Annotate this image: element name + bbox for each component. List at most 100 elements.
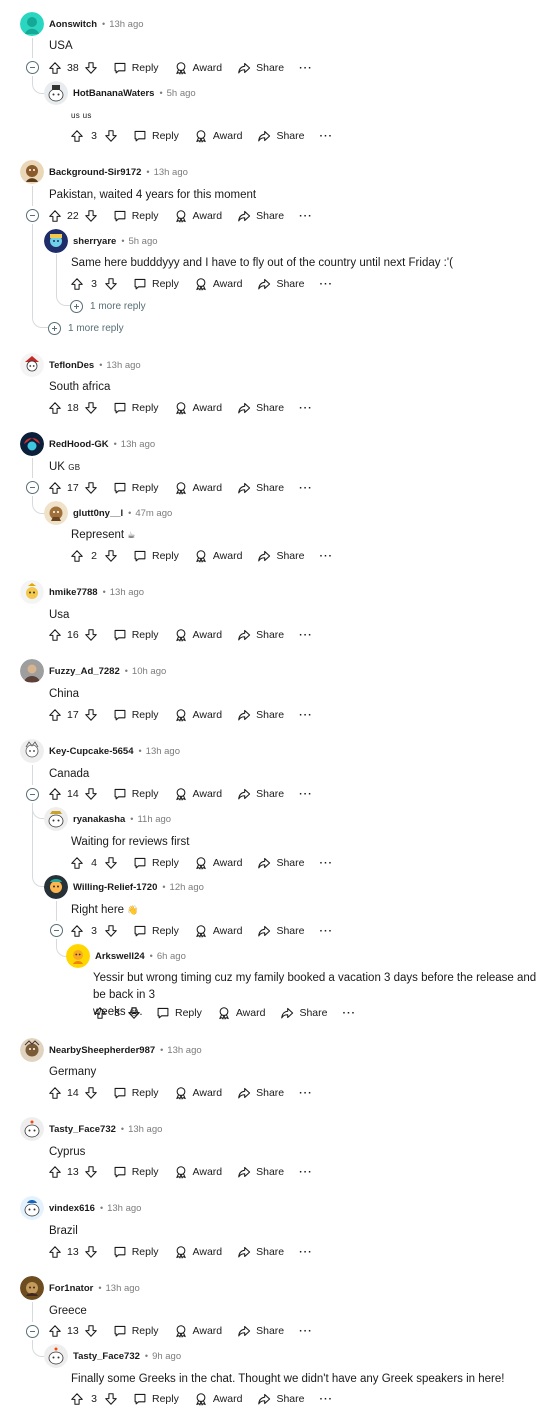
award-button[interactable]: Award: [194, 924, 242, 938]
username[interactable]: vindex616: [49, 1203, 95, 1214]
avatar[interactable]: [20, 1276, 44, 1300]
share-button[interactable]: Share: [237, 61, 284, 75]
username[interactable]: glutt0ny__l: [73, 508, 123, 519]
avatar[interactable]: [20, 1117, 44, 1141]
share-button[interactable]: Share: [257, 129, 304, 143]
downvote-icon[interactable]: [104, 924, 118, 938]
award-button[interactable]: Award: [174, 1165, 222, 1179]
reply-button[interactable]: Reply: [133, 924, 179, 938]
avatar[interactable]: [20, 1038, 44, 1062]
more-options-button[interactable]: ···: [319, 1393, 333, 1405]
downvote-icon[interactable]: [84, 787, 98, 801]
share-button[interactable]: Share: [237, 628, 284, 642]
reply-button[interactable]: Reply: [133, 1392, 179, 1406]
award-button[interactable]: Award: [194, 129, 242, 143]
award-button[interactable]: Award: [174, 401, 222, 415]
downvote-icon[interactable]: [84, 209, 98, 223]
avatar[interactable]: [66, 944, 90, 968]
more-options-button[interactable]: ···: [319, 925, 333, 937]
downvote-icon[interactable]: [84, 1165, 98, 1179]
username[interactable]: hmike7788: [49, 587, 98, 598]
reply-button[interactable]: Reply: [113, 209, 159, 223]
timestamp[interactable]: 13h ago: [110, 587, 144, 598]
timestamp[interactable]: 13h ago: [146, 746, 180, 757]
share-button[interactable]: Share: [237, 1324, 284, 1338]
share-button[interactable]: Share: [257, 1392, 304, 1406]
upvote-icon[interactable]: [48, 61, 62, 75]
reply-button[interactable]: Reply: [113, 401, 159, 415]
timestamp[interactable]: 5h ago: [167, 88, 196, 99]
username[interactable]: Willing-Relief-1720: [73, 882, 157, 893]
more-options-button[interactable]: ···: [299, 1325, 313, 1337]
reply-button[interactable]: Reply: [113, 1086, 159, 1100]
downvote-icon[interactable]: [84, 481, 98, 495]
collapse-thread-button[interactable]: [26, 481, 39, 494]
avatar[interactable]: [20, 160, 44, 184]
timestamp[interactable]: 12h ago: [170, 882, 204, 893]
reply-button[interactable]: Reply: [133, 277, 179, 291]
more-options-button[interactable]: ···: [299, 1166, 313, 1178]
avatar[interactable]: [44, 807, 68, 831]
share-button[interactable]: Share: [257, 856, 304, 870]
downvote-icon[interactable]: [84, 61, 98, 75]
more-options-button[interactable]: ···: [299, 482, 313, 494]
share-button[interactable]: Share: [280, 1006, 327, 1020]
reply-button[interactable]: Reply: [113, 708, 159, 722]
username[interactable]: Aonswitch: [49, 19, 97, 30]
timestamp[interactable]: 13h ago: [107, 1203, 141, 1214]
timestamp[interactable]: 13h ago: [109, 19, 143, 30]
avatar[interactable]: [20, 12, 44, 36]
more-options-button[interactable]: ···: [299, 1087, 313, 1099]
upvote-icon[interactable]: [48, 628, 62, 642]
more-options-button[interactable]: ···: [299, 210, 313, 222]
username[interactable]: Key-Cupcake-5654: [49, 746, 134, 757]
avatar[interactable]: [20, 659, 44, 683]
username[interactable]: sherryare: [73, 236, 116, 247]
timestamp[interactable]: 11h ago: [137, 814, 171, 825]
reply-button[interactable]: Reply: [113, 1245, 159, 1259]
more-options-button[interactable]: ···: [319, 857, 333, 869]
share-button[interactable]: Share: [237, 481, 284, 495]
username[interactable]: Fuzzy_Ad_7282: [49, 666, 120, 677]
timestamp[interactable]: 10h ago: [132, 666, 166, 677]
avatar[interactable]: [44, 81, 68, 105]
award-button[interactable]: Award: [217, 1006, 265, 1020]
downvote-icon[interactable]: [104, 277, 118, 291]
award-button[interactable]: Award: [174, 1324, 222, 1338]
reply-button[interactable]: Reply: [113, 628, 159, 642]
upvote-icon[interactable]: [93, 1006, 107, 1020]
share-button[interactable]: Share: [257, 277, 304, 291]
avatar[interactable]: [20, 353, 44, 377]
username[interactable]: For1nator: [49, 1283, 93, 1294]
downvote-icon[interactable]: [84, 1086, 98, 1100]
reply-button[interactable]: Reply: [133, 549, 179, 563]
award-button[interactable]: Award: [174, 61, 222, 75]
downvote-icon[interactable]: [104, 129, 118, 143]
avatar[interactable]: [44, 229, 68, 253]
more-options-button[interactable]: ···: [319, 278, 333, 290]
upvote-icon[interactable]: [48, 1324, 62, 1338]
upvote-icon[interactable]: [48, 1245, 62, 1259]
reply-button[interactable]: Reply: [133, 129, 179, 143]
timestamp[interactable]: 13h ago: [154, 167, 188, 178]
reply-button[interactable]: Reply: [113, 481, 159, 495]
timestamp[interactable]: 13h ago: [121, 439, 155, 450]
avatar[interactable]: [44, 875, 68, 899]
share-button[interactable]: Share: [237, 708, 284, 722]
upvote-icon[interactable]: [70, 1392, 84, 1406]
award-button[interactable]: Award: [174, 209, 222, 223]
avatar[interactable]: [20, 580, 44, 604]
share-button[interactable]: Share: [257, 549, 304, 563]
award-button[interactable]: Award: [174, 787, 222, 801]
more-options-button[interactable]: ···: [319, 550, 333, 562]
reply-button[interactable]: Reply: [156, 1006, 202, 1020]
award-button[interactable]: Award: [174, 1086, 222, 1100]
award-button[interactable]: Award: [194, 277, 242, 291]
collapse-thread-button[interactable]: [26, 209, 39, 222]
share-button[interactable]: Share: [237, 1086, 284, 1100]
share-button[interactable]: Share: [237, 401, 284, 415]
collapse-thread-button[interactable]: [50, 924, 63, 937]
more-options-button[interactable]: ···: [299, 629, 313, 641]
more-options-button[interactable]: ···: [299, 402, 313, 414]
downvote-icon[interactable]: [84, 401, 98, 415]
